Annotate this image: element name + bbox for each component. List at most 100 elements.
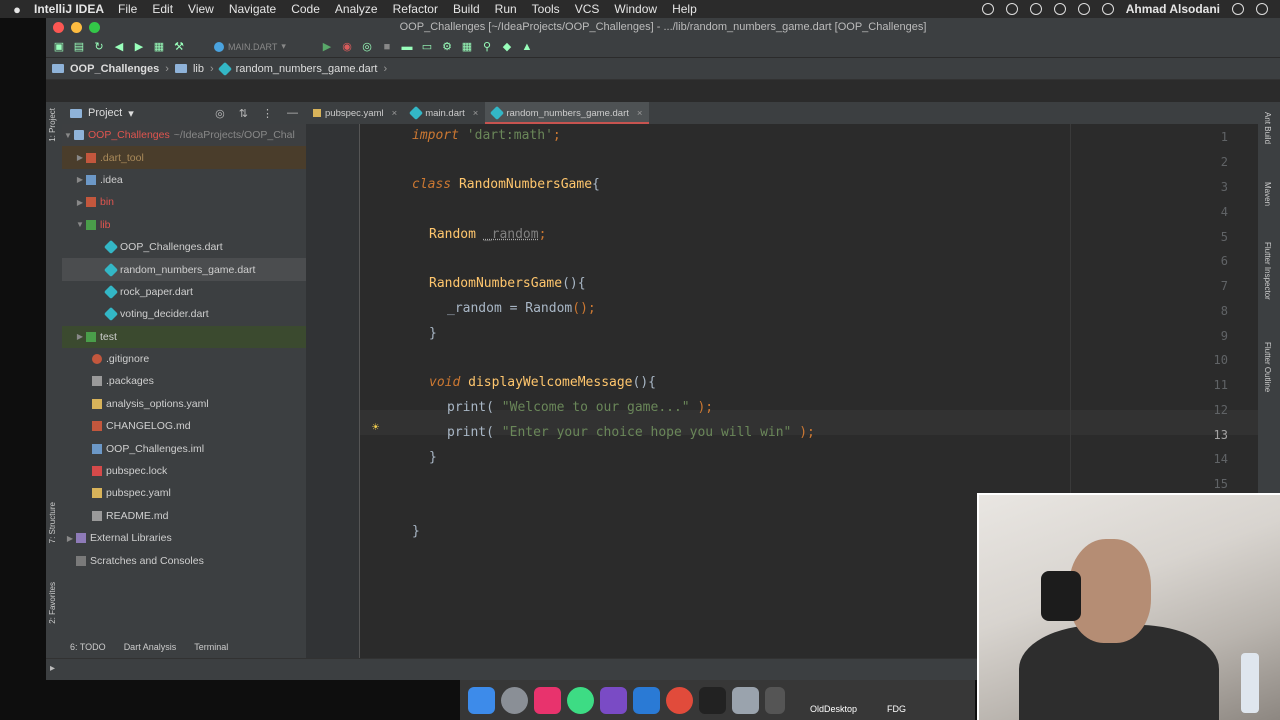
menu-edit[interactable]: Edit xyxy=(152,2,173,16)
wifi-icon[interactable] xyxy=(1077,3,1090,15)
tool-project-tab[interactable]: 1: Project xyxy=(48,108,57,142)
tree-row[interactable]: ▶ test xyxy=(62,325,306,348)
close-icon[interactable]: × xyxy=(473,108,479,119)
chevron-right-icon[interactable]: ▶ xyxy=(74,153,86,162)
close-icon[interactable]: × xyxy=(392,108,398,119)
save-icon[interactable]: ▤ xyxy=(72,40,86,54)
plugins-icon[interactable]: ▲ xyxy=(520,40,534,54)
tree-row[interactable]: voting_decider.dart xyxy=(62,303,306,325)
intellij-icon[interactable] xyxy=(534,686,561,714)
chevron-right-icon[interactable]: ▶ xyxy=(74,175,86,184)
desktop-folder-label[interactable]: FDG xyxy=(887,704,906,714)
flutter-icon[interactable]: ◆ xyxy=(500,40,514,54)
debug-icon[interactable]: ◉ xyxy=(340,40,354,54)
lightbulb-icon[interactable]: ☀ xyxy=(372,420,379,434)
chevron-right-icon[interactable]: ▶ xyxy=(64,534,76,543)
breadcrumb-project[interactable]: OOP_Challenges xyxy=(70,63,159,75)
menu-navigate[interactable]: Navigate xyxy=(229,2,276,16)
menu-tools[interactable]: Tools xyxy=(532,2,560,16)
tree-row[interactable]: pubspec.yaml xyxy=(62,482,306,504)
launchpad-icon[interactable] xyxy=(501,686,528,714)
tree-row[interactable]: ▼ lib xyxy=(62,214,306,236)
open-folder-icon[interactable]: ▣ xyxy=(52,40,66,54)
globe-icon[interactable] xyxy=(1005,3,1018,15)
tree-row[interactable]: ▶ bin xyxy=(62,191,306,213)
breadcrumb-file[interactable]: random_numbers_game.dart xyxy=(236,63,378,75)
hide-icon[interactable]: — xyxy=(287,107,298,120)
tree-row[interactable]: pubspec.lock xyxy=(62,460,306,482)
tree-row[interactable]: README.md xyxy=(62,505,306,527)
preview-icon[interactable] xyxy=(732,686,759,714)
tool-dart-analysis-tab[interactable]: Dart Analysis xyxy=(124,642,177,652)
vscode-icon[interactable] xyxy=(633,686,660,714)
chevron-down-icon[interactable]: ▼ xyxy=(62,131,74,140)
collapse-icon[interactable]: ⇅ xyxy=(239,107,248,120)
vcs-update-icon[interactable]: ▬ xyxy=(400,40,414,54)
target-icon[interactable]: ◎ xyxy=(215,107,225,120)
menu-view[interactable]: View xyxy=(188,2,214,16)
search-icon[interactable] xyxy=(1232,3,1244,15)
tree-row[interactable]: CHANGELOG.md xyxy=(62,415,306,437)
tree-row[interactable]: rock_paper.dart xyxy=(62,281,306,303)
chevron-down-icon[interactable]: ▾ xyxy=(128,107,134,120)
menu-analyze[interactable]: Analyze xyxy=(335,2,378,16)
forward-icon[interactable]: ▶ xyxy=(132,40,146,54)
tree-row[interactable]: .gitignore xyxy=(62,348,306,370)
tool-todo-tab[interactable]: 6: TODO xyxy=(70,642,106,652)
run-config-selector[interactable]: MAIN.DART ▾ xyxy=(214,41,314,52)
android-studio-icon[interactable] xyxy=(567,686,594,714)
user-name[interactable]: Ahmad Alsodani xyxy=(1126,2,1220,16)
menu-vcs[interactable]: VCS xyxy=(575,2,600,16)
tab-main[interactable]: main.dart × xyxy=(404,102,485,124)
tree-row[interactable]: ▶ External Libraries xyxy=(62,527,306,549)
close-icon[interactable]: × xyxy=(637,108,643,119)
epic-games-icon[interactable] xyxy=(699,686,726,714)
tool-flutter-outline-tab[interactable]: Flutter Outline xyxy=(1263,342,1272,392)
menu-run[interactable]: Run xyxy=(495,2,517,16)
run-icon[interactable]: ▶ xyxy=(320,40,334,54)
tree-row[interactable]: .packages xyxy=(62,370,306,392)
chevron-down-icon[interactable]: ▼ xyxy=(74,220,86,229)
tree-row[interactable]: OOP_Challenges.iml xyxy=(62,437,306,459)
event-log-icon[interactable]: ▸ xyxy=(50,663,55,674)
menu-code[interactable]: Code xyxy=(291,2,320,16)
trash-icon[interactable] xyxy=(765,686,785,714)
build-icon[interactable]: ▦ xyxy=(152,40,166,54)
record-icon[interactable] xyxy=(981,3,994,15)
tool-maven-tab[interactable]: Maven xyxy=(1263,182,1272,206)
back-icon[interactable]: ◀ xyxy=(112,40,126,54)
finder-icon[interactable] xyxy=(468,686,495,714)
tree-row[interactable]: ▶ .idea xyxy=(62,169,306,191)
tree-row-root[interactable]: ▼ OOP_Challenges ~/IdeaProjects/OOP_Chal xyxy=(62,124,306,147)
tool-ant-build-tab[interactable]: Ant Build xyxy=(1263,112,1272,144)
tree-row[interactable]: analysis_options.yaml xyxy=(62,393,306,415)
tool-favorites-tab[interactable]: 2: Favorites xyxy=(48,582,57,624)
stop-icon[interactable]: ■ xyxy=(380,40,394,54)
search-everywhere-icon[interactable]: ⚲ xyxy=(480,40,494,54)
desktop-folder-label[interactable]: OldDesktop xyxy=(810,704,857,714)
menu-build[interactable]: Build xyxy=(453,2,480,16)
sync-icon[interactable]: ↻ xyxy=(92,40,106,54)
breadcrumb-folder[interactable]: lib xyxy=(193,63,204,75)
keyboard-icon[interactable] xyxy=(1101,3,1114,15)
tree-row[interactable]: Scratches and Consoles xyxy=(62,549,306,571)
visual-studio-icon[interactable] xyxy=(600,686,627,714)
apple-icon[interactable]: ● xyxy=(0,2,34,17)
vcs-commit-icon[interactable]: ▭ xyxy=(420,40,434,54)
tree-row-selected[interactable]: random_numbers_game.dart xyxy=(62,258,306,281)
chrome-icon[interactable] xyxy=(666,686,693,714)
tab-random-numbers-game[interactable]: random_numbers_game.dart × xyxy=(485,102,650,124)
hammer-icon[interactable]: ⚒ xyxy=(172,40,186,54)
tree-row[interactable]: ▶ .dart_tool xyxy=(62,146,306,169)
chevron-right-icon[interactable]: ▶ xyxy=(74,198,86,207)
list-icon[interactable] xyxy=(1256,3,1268,15)
tool-terminal-tab[interactable]: Terminal xyxy=(194,642,228,652)
menu-window[interactable]: Window xyxy=(614,2,657,16)
bluetooth-icon[interactable] xyxy=(1053,3,1066,15)
menu-refactor[interactable]: Refactor xyxy=(393,2,438,16)
more-icon[interactable]: ⋮ xyxy=(262,107,273,120)
tree-row[interactable]: OOP_Challenges.dart xyxy=(62,236,306,258)
settings-icon[interactable]: ⚙ xyxy=(440,40,454,54)
tab-pubspec[interactable]: pubspec.yaml × xyxy=(306,102,404,124)
menu-help[interactable]: Help xyxy=(672,2,697,16)
